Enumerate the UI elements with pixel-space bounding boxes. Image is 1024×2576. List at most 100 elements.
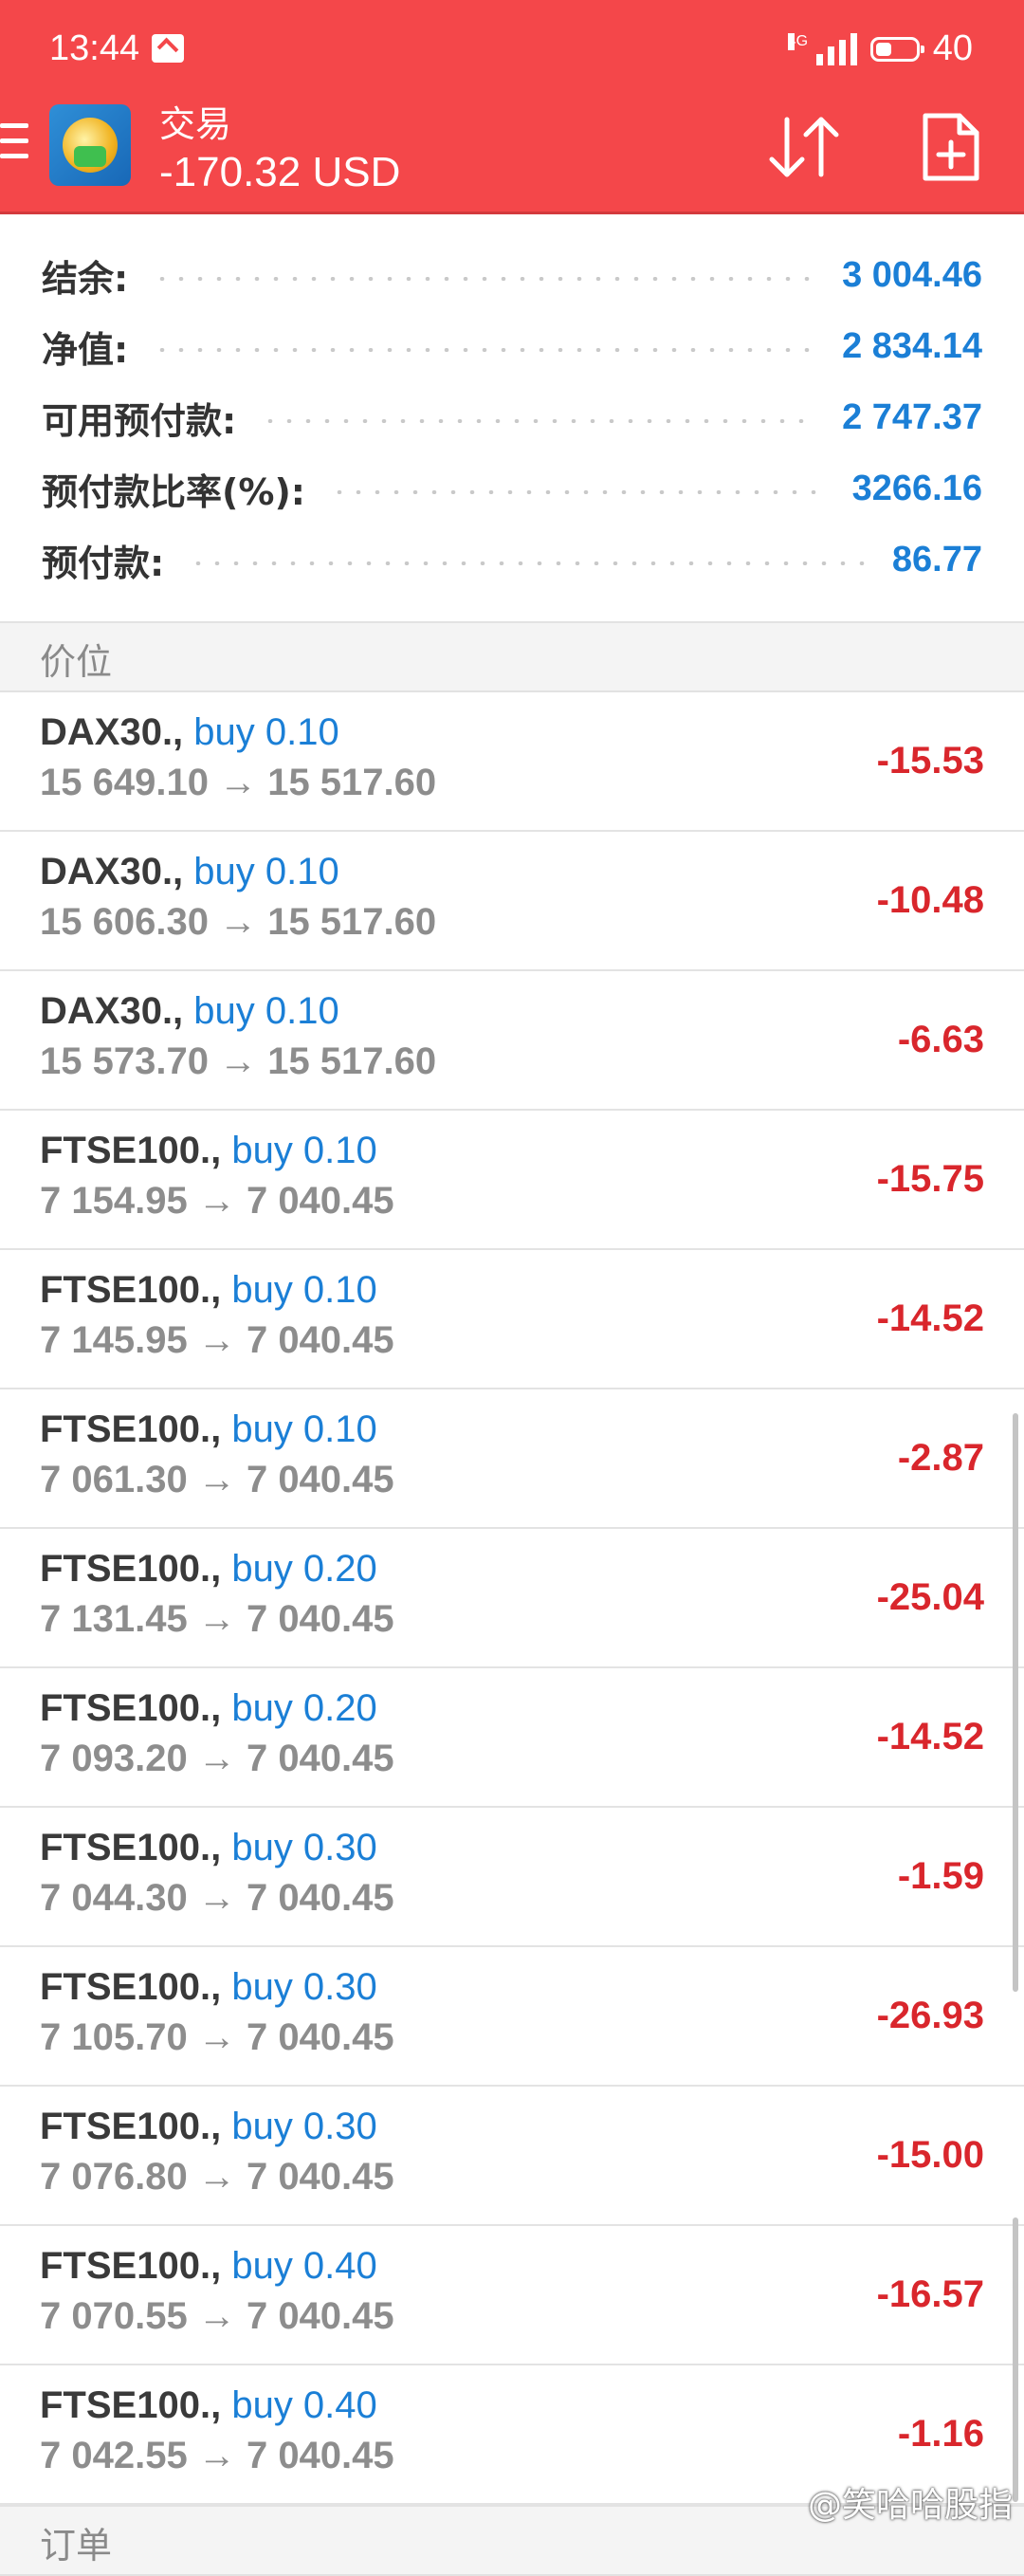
position-symbol: FTSE100., <box>40 1687 222 1729</box>
position-profit: -1.59 <box>897 1855 984 1897</box>
signal-icon: 4G <box>787 32 857 65</box>
position-profit: -10.48 <box>876 879 984 921</box>
position-header: FTSE100., buy 0.20 <box>40 1687 377 1730</box>
summary-label: 可用预付款: <box>42 399 237 442</box>
position-row[interactable]: FTSE100., buy 0.30 7 044.30 → 7 040.45 -1.… <box>0 1808 1024 1947</box>
position-symbol: FTSE100., <box>40 1408 222 1450</box>
current-price: 7 040.45 <box>246 2295 394 2337</box>
arrow-icon: → <box>219 1040 258 1082</box>
position-row[interactable]: FTSE100., buy 0.20 7 093.20 → 7 040.45 -14… <box>0 1668 1024 1808</box>
position-prices: 7 105.70 → 7 040.45 <box>40 2016 394 2059</box>
position-symbol: DAX30., <box>40 851 184 892</box>
position-header: FTSE100., buy 0.10 <box>40 1269 377 1312</box>
open-price: 15 573.70 <box>40 1040 209 1082</box>
position-symbol: FTSE100., <box>40 2245 222 2287</box>
summary-value: 3266.16 <box>851 468 982 508</box>
position-symbol: FTSE100., <box>40 1827 222 1868</box>
position-type: buy 0.20 <box>231 1548 377 1590</box>
battery-icon <box>869 36 924 62</box>
scrollbar[interactable] <box>1013 1413 1018 1992</box>
metatrader-logo <box>49 104 131 186</box>
position-type: buy 0.30 <box>231 1827 377 1868</box>
position-profit: -15.75 <box>876 1158 984 1200</box>
position-header: FTSE100., buy 0.20 <box>40 1548 377 1591</box>
summary-value: 2 747.37 <box>842 396 982 437</box>
position-profit: -15.00 <box>876 2134 984 2176</box>
battery-percent: 40 <box>932 28 973 68</box>
position-profit: -16.57 <box>876 2273 984 2315</box>
open-price: 7 105.70 <box>40 2016 188 2058</box>
position-row[interactable]: DAX30., buy 0.10 15 573.70 → 15 517.60 -6.… <box>0 971 1024 1111</box>
position-profit: -14.52 <box>876 1297 984 1339</box>
summary-row-balance: 结余: 3 004.46 <box>42 247 982 304</box>
dotted-leader <box>261 419 818 423</box>
open-price: 7 042.55 <box>40 2435 188 2476</box>
current-price: 7 040.45 <box>246 2156 394 2198</box>
position-type: buy 0.10 <box>193 711 339 753</box>
status-indicators: 4G 40 <box>787 28 973 69</box>
position-row[interactable]: FTSE100., buy 0.40 7 070.55 → 7 040.45 -16… <box>0 2226 1024 2365</box>
position-prices: 7 061.30 → 7 040.45 <box>40 1459 394 1501</box>
position-header: DAX30., buy 0.10 <box>40 711 339 754</box>
page-title: 交易 <box>159 103 232 145</box>
open-price: 7 145.95 <box>40 1319 188 1361</box>
position-symbol: FTSE100., <box>40 1130 222 1171</box>
floating-profit: -170.32 USD <box>159 149 401 195</box>
open-price: 15 649.10 <box>40 762 209 803</box>
arrow-icon: → <box>197 2016 236 2058</box>
open-price: 7 070.55 <box>40 2295 188 2337</box>
position-row[interactable]: DAX30., buy 0.10 15 606.30 → 15 517.60 -10… <box>0 832 1024 971</box>
add-order-icon[interactable] <box>922 112 980 182</box>
position-symbol: FTSE100., <box>40 1269 222 1311</box>
menu-icon[interactable] <box>0 123 28 169</box>
arrow-icon: → <box>197 2156 236 2198</box>
position-type: buy 0.40 <box>231 2384 377 2426</box>
position-header: FTSE100., buy 0.30 <box>40 1827 377 1869</box>
top-bar: 13:44 4G 40 交易 -170.32 USD <box>0 0 1024 214</box>
sort-icon[interactable] <box>766 114 842 180</box>
arrow-icon: → <box>219 762 258 803</box>
arrow-icon: → <box>197 1738 236 1779</box>
current-price: 7 040.45 <box>246 1459 394 1500</box>
position-row[interactable]: FTSE100., buy 0.30 7 076.80 → 7 040.45 -15… <box>0 2087 1024 2226</box>
position-prices: 7 093.20 → 7 040.45 <box>40 1738 394 1780</box>
status-time: 13:44 <box>49 28 140 68</box>
summary-row-margin-level: 预付款比率(%): 3266.16 <box>42 460 982 517</box>
arrow-icon: → <box>197 1459 236 1500</box>
open-price: 7 093.20 <box>40 1738 188 1779</box>
position-profit: -15.53 <box>876 740 984 782</box>
arrow-icon: → <box>197 1877 236 1919</box>
summary-label: 预付款比率(%): <box>42 470 306 513</box>
section-title: 价位 <box>40 641 113 683</box>
position-type: buy 0.30 <box>231 1966 377 2008</box>
position-row[interactable]: FTSE100., buy 0.10 7 154.95 → 7 040.45 -15… <box>0 1111 1024 1250</box>
arrow-icon: → <box>197 2435 236 2476</box>
scrollbar-secondary[interactable] <box>1013 2217 1018 2502</box>
position-prices: 7 131.45 → 7 040.45 <box>40 1598 394 1641</box>
position-header: DAX30., buy 0.10 <box>40 851 339 893</box>
open-price: 7 061.30 <box>40 1459 188 1500</box>
open-price: 7 044.30 <box>40 1877 188 1919</box>
position-prices: 15 573.70 → 15 517.60 <box>40 1040 436 1083</box>
position-profit: -6.63 <box>897 1019 984 1060</box>
watermark: @笑哈哈股指 <box>807 2486 1013 2525</box>
summary-value: 3 004.46 <box>842 254 982 295</box>
account-summary: 结余: 3 004.46 净值: 2 834.14 可用预付款: 2 747.3… <box>0 214 1024 621</box>
position-row[interactable]: FTSE100., buy 0.10 7 145.95 → 7 040.45 -14… <box>0 1250 1024 1389</box>
arrow-icon: → <box>197 1598 236 1640</box>
section-title: 订单 <box>40 2525 113 2567</box>
position-type: buy 0.20 <box>231 1687 377 1729</box>
positions-list: DAX30., buy 0.10 15 649.10 → 15 517.60 -15… <box>0 692 1024 2505</box>
network-type: 4G <box>787 32 809 50</box>
position-row[interactable]: FTSE100., buy 0.30 7 105.70 → 7 040.45 -26… <box>0 1947 1024 2087</box>
position-symbol: FTSE100., <box>40 1966 222 2008</box>
current-price: 7 040.45 <box>246 2435 394 2476</box>
dotted-leader <box>189 561 868 565</box>
position-header: FTSE100., buy 0.30 <box>40 1966 377 2009</box>
position-row[interactable]: FTSE100., buy 0.20 7 131.45 → 7 040.45 -25… <box>0 1529 1024 1668</box>
current-price: 7 040.45 <box>246 1877 394 1919</box>
summary-row-equity: 净值: 2 834.14 <box>42 318 982 375</box>
position-row[interactable]: FTSE100., buy 0.10 7 061.30 → 7 040.45 -2.… <box>0 1389 1024 1529</box>
position-profit: -1.16 <box>897 2413 984 2455</box>
position-row[interactable]: DAX30., buy 0.10 15 649.10 → 15 517.60 -15… <box>0 692 1024 832</box>
